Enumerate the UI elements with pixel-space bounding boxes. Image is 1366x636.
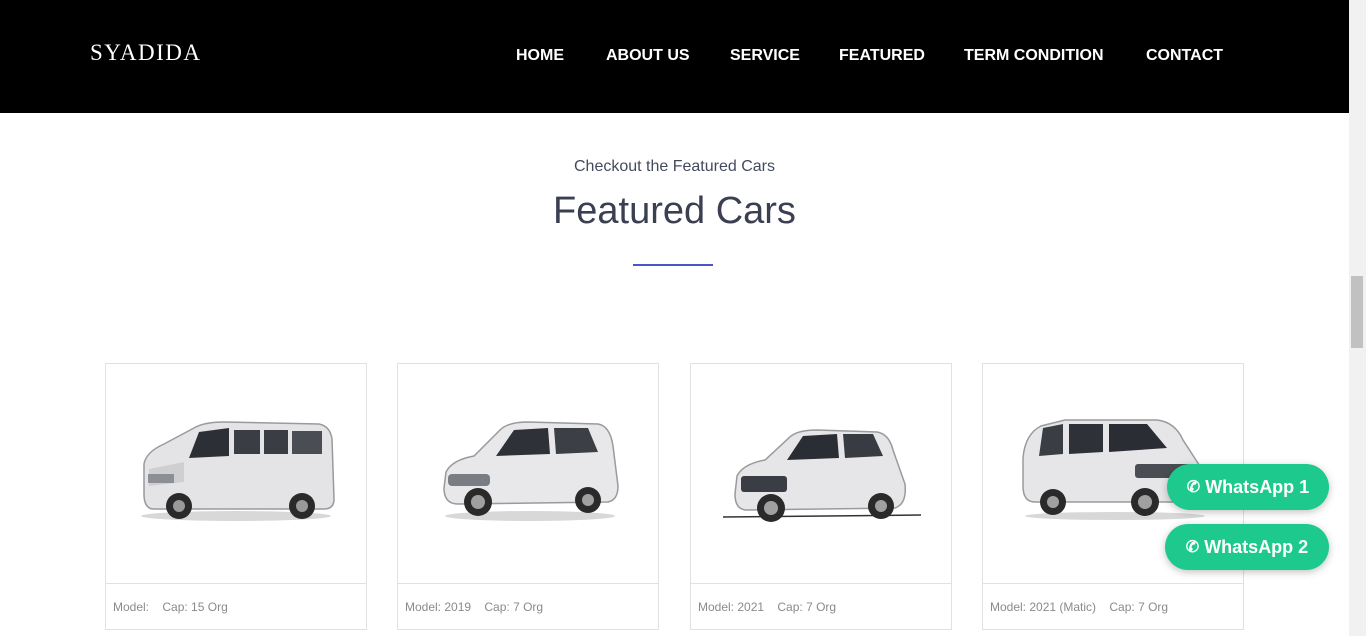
car-capacity: Cap: 7 Org <box>484 600 544 614</box>
header: SYADIDA HOME ABOUT US SERVICE FEATURED T… <box>0 0 1349 113</box>
nav-featured[interactable]: FEATURED <box>839 47 925 65</box>
car-info: Model: Cap: 15 Org <box>113 600 238 614</box>
main-nav: HOME ABOUT US SERVICE FEATURED TERM COND… <box>0 47 1349 67</box>
whatsapp-label: WhatsApp 1 <box>1205 476 1310 497</box>
phone-icon: ✆ <box>1186 479 1201 496</box>
van-image <box>141 421 335 521</box>
whatsapp-button-2[interactable]: ✆ WhatsApp 2 <box>1165 524 1329 570</box>
car-card[interactable]: Model: 2021 Cap: 7 Org <box>690 363 952 630</box>
mpv-image <box>443 421 619 521</box>
suv-image <box>722 429 922 522</box>
section-title: Featured Cars <box>553 190 796 232</box>
car-image-area <box>691 364 951 584</box>
page-scrollbar[interactable] <box>1349 0 1366 636</box>
nav-home[interactable]: HOME <box>516 47 564 65</box>
nav-contact[interactable]: CONTACT <box>1146 47 1223 65</box>
title-divider <box>633 264 713 266</box>
car-info: Model: 2021 Cap: 7 Org <box>698 600 846 614</box>
page: SYADIDA HOME ABOUT US SERVICE FEATURED T… <box>0 0 1366 636</box>
whatsapp-label: WhatsApp 2 <box>1204 536 1309 557</box>
car-card[interactable]: Model: Cap: 15 Org <box>105 363 367 630</box>
scrollbar-thumb[interactable] <box>1351 276 1363 348</box>
car-capacity: Cap: 7 Org <box>777 600 837 614</box>
whatsapp-button-1[interactable]: ✆ WhatsApp 1 <box>1167 464 1329 510</box>
car-image-area <box>106 364 366 584</box>
car-model: Model: 2021 <box>698 600 765 614</box>
nav-term-condition[interactable]: TERM CONDITION <box>964 47 1104 65</box>
car-info: Model: 2019 Cap: 7 Org <box>405 600 553 614</box>
nav-about-us[interactable]: ABOUT US <box>606 47 690 65</box>
car-card[interactable]: Model: 2019 Cap: 7 Org <box>397 363 659 630</box>
car-image-area <box>398 364 658 584</box>
nav-service[interactable]: SERVICE <box>730 47 800 65</box>
phone-icon: ✆ <box>1185 539 1200 556</box>
section-subtitle: Checkout the Featured Cars <box>574 158 775 175</box>
car-model: Model: 2019 <box>405 600 472 614</box>
car-info: Model: 2021 (Matic) Cap: 7 Org <box>990 600 1178 614</box>
car-model: Model: 2021 (Matic) <box>990 600 1097 614</box>
car-capacity: Cap: 15 Org <box>162 600 228 614</box>
car-capacity: Cap: 7 Org <box>1109 600 1169 614</box>
car-model: Model: <box>113 600 150 614</box>
